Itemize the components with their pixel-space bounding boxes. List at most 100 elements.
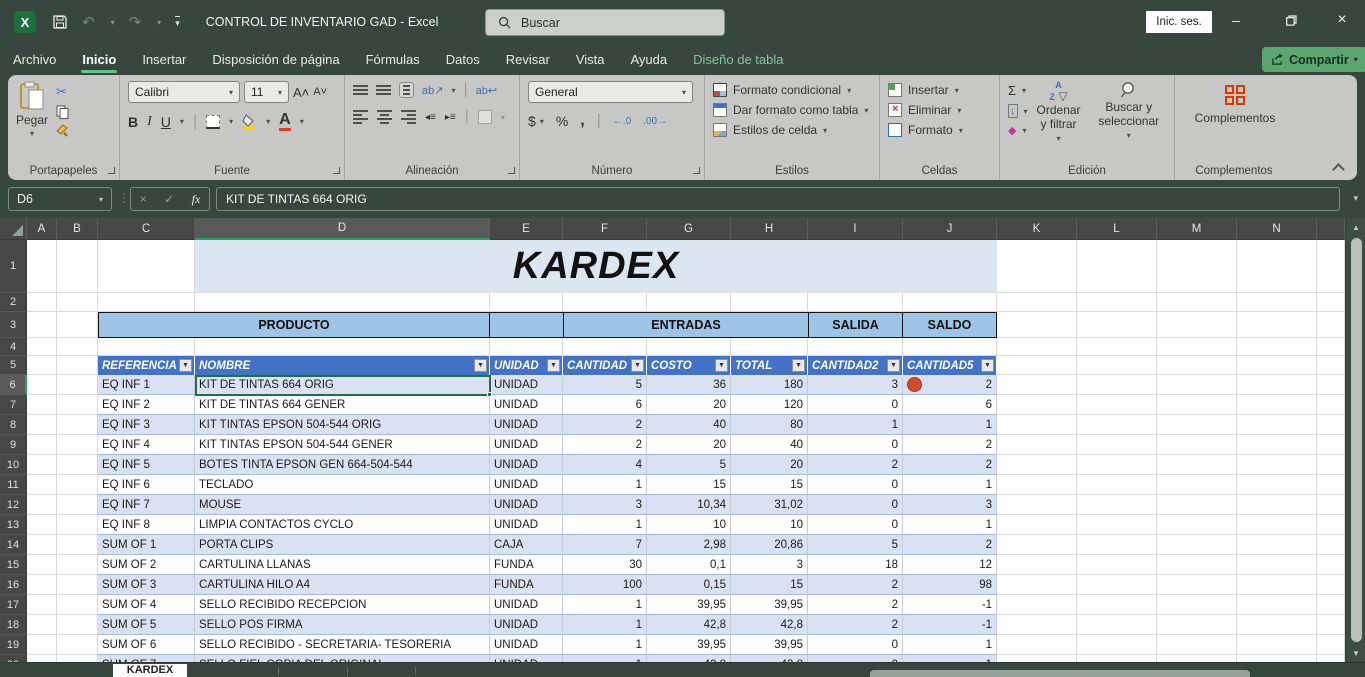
- number-dialog-launcher-icon[interactable]: [693, 167, 700, 174]
- comma-icon[interactable]: ,: [580, 112, 584, 130]
- cell-nombre[interactable]: BOTES TINTA EPSON GEN 664-504-544: [195, 455, 490, 475]
- clear-button[interactable]: ◆▾: [1008, 124, 1028, 137]
- percent-icon[interactable]: %: [556, 113, 568, 129]
- cell-costo[interactable]: 40: [647, 415, 731, 435]
- cell-costo[interactable]: 0,15: [647, 575, 731, 595]
- format-painter-icon[interactable]: [56, 124, 70, 137]
- font-size-select[interactable]: 11▾: [244, 81, 289, 103]
- cell-total[interactable]: 42,8: [731, 655, 808, 662]
- cell-cantidad2[interactable]: 0: [808, 475, 903, 495]
- filter-button-cantidad[interactable]: ▼: [631, 359, 644, 372]
- cell-nombre[interactable]: SELLO POS FIRMA: [195, 615, 490, 635]
- cell-unidad[interactable]: UNIDAD: [490, 375, 563, 395]
- decrease-indent-icon[interactable]: ◂≡: [425, 112, 436, 123]
- row-header-9[interactable]: 9: [0, 435, 27, 455]
- cell-referencia[interactable]: EQ INF 1: [98, 375, 195, 395]
- cell-total[interactable]: 15: [731, 575, 808, 595]
- column-header-C[interactable]: C: [98, 218, 195, 240]
- copy-icon[interactable]: [56, 105, 70, 119]
- decrease-decimal-icon[interactable]: .00→: [643, 116, 667, 127]
- cell-referencia[interactable]: EQ INF 7: [98, 495, 195, 515]
- cell-total[interactable]: 180: [731, 375, 808, 395]
- align-right-icon[interactable]: [401, 110, 416, 124]
- tab-insertar[interactable]: Insertar: [129, 44, 199, 75]
- redo-icon[interactable]: ↷: [129, 13, 142, 31]
- align-middle-icon[interactable]: [376, 85, 391, 95]
- filter-button-nombre[interactable]: ▼: [474, 359, 487, 372]
- currency-caret-icon[interactable]: ▾: [540, 117, 544, 126]
- font-dialog-launcher-icon[interactable]: [333, 167, 340, 174]
- enter-icon[interactable]: ✓: [164, 192, 174, 206]
- cell-unidad[interactable]: UNIDAD: [490, 475, 563, 495]
- group-header-blank[interactable]: [489, 312, 565, 338]
- cell-cantidad2[interactable]: 0: [808, 515, 903, 535]
- cell-cantidad2[interactable]: 2: [808, 455, 903, 475]
- cell-total[interactable]: 39,95: [731, 595, 808, 615]
- borders-icon[interactable]: [206, 115, 220, 129]
- cell-cantidad5[interactable]: 12: [903, 555, 997, 575]
- expand-formula-bar-icon[interactable]: ▾: [1353, 193, 1358, 204]
- filter-button-cantidad2[interactable]: ▼: [887, 359, 900, 372]
- cell-costo[interactable]: 39,95: [647, 595, 731, 615]
- tab-ayuda[interactable]: Ayuda: [618, 44, 681, 75]
- cell-cantidad[interactable]: 30: [563, 555, 647, 575]
- row-header-12[interactable]: 12: [0, 495, 27, 515]
- cell-total[interactable]: 15: [731, 475, 808, 495]
- cell-cantidad[interactable]: 6: [563, 395, 647, 415]
- save-icon[interactable]: [52, 14, 68, 30]
- cell-cantidad5[interactable]: 2: [903, 455, 997, 475]
- sign-in-button[interactable]: Inic. ses.: [1146, 11, 1212, 33]
- cell-nombre[interactable]: MOUSE: [195, 495, 490, 515]
- align-top-icon[interactable]: [353, 85, 368, 95]
- align-center-icon[interactable]: [377, 110, 392, 124]
- column-header-F[interactable]: F: [563, 218, 647, 240]
- row-header-3[interactable]: 3: [0, 312, 27, 338]
- cell-referencia[interactable]: SUM OF 2: [98, 555, 195, 575]
- cell-cantidad5[interactable]: -1: [903, 595, 997, 615]
- cell-referencia[interactable]: EQ INF 4: [98, 435, 195, 455]
- row-header-8[interactable]: 8: [0, 415, 27, 435]
- cell-referencia[interactable]: SUM OF 6: [98, 635, 195, 655]
- row-header-10[interactable]: 10: [0, 455, 27, 475]
- filter-button-unidad[interactable]: ▼: [547, 359, 560, 372]
- cell-costo[interactable]: 10: [647, 515, 731, 535]
- align-left-icon[interactable]: [353, 110, 368, 124]
- formula-input[interactable]: KIT DE TINTAS 664 ORIG: [216, 187, 1340, 211]
- cell-total[interactable]: 10: [731, 515, 808, 535]
- cell-cantidad2[interactable]: 0: [808, 395, 903, 415]
- column-header-G[interactable]: G: [647, 218, 731, 240]
- cell-cantidad5[interactable]: 6: [903, 395, 997, 415]
- cell-unidad[interactable]: UNIDAD: [490, 655, 563, 662]
- cell-cantidad2[interactable]: 0: [808, 495, 903, 515]
- fill-handle[interactable]: [487, 392, 492, 397]
- cell-costo[interactable]: 36: [647, 375, 731, 395]
- cell-costo[interactable]: 10,34: [647, 495, 731, 515]
- cut-icon[interactable]: ✂: [56, 84, 70, 100]
- cell-total[interactable]: 39,95: [731, 635, 808, 655]
- scroll-down-icon[interactable]: ▼: [1352, 644, 1360, 662]
- cell-cantidad[interactable]: 2: [563, 435, 647, 455]
- fill-color-icon[interactable]: [242, 114, 257, 129]
- cell-cantidad5[interactable]: 98: [903, 575, 997, 595]
- excel-logo-icon[interactable]: X: [14, 11, 36, 33]
- format-cells-button[interactable]: Formato▾: [888, 123, 993, 137]
- cell-cantidad2[interactable]: 0: [808, 635, 903, 655]
- cell-cantidad5[interactable]: 1: [903, 635, 997, 655]
- cell-unidad[interactable]: UNIDAD: [490, 615, 563, 635]
- cell-total[interactable]: 20,86: [731, 535, 808, 555]
- alignment-dialog-launcher-icon[interactable]: [508, 167, 515, 174]
- delete-cells-button[interactable]: Eliminar▾: [888, 103, 993, 117]
- cell-costo[interactable]: 42,8: [647, 655, 731, 662]
- group-header-salida[interactable]: SALIDA: [808, 312, 904, 338]
- column-header-A[interactable]: A: [27, 218, 57, 240]
- name-box[interactable]: D6▾: [8, 187, 112, 211]
- insert-cells-button[interactable]: Insertar▾: [888, 83, 993, 97]
- cell-cantidad[interactable]: 1: [563, 475, 647, 495]
- undo-icon[interactable]: ↶: [82, 13, 95, 31]
- cell-unidad[interactable]: FUNDA: [490, 555, 563, 575]
- row-header-15[interactable]: 15: [0, 555, 27, 575]
- tab-revisar[interactable]: Revisar: [493, 44, 563, 75]
- row-header-13[interactable]: 13: [0, 515, 27, 535]
- group-header-entradas[interactable]: ENTRADAS: [563, 312, 809, 338]
- cell-unidad[interactable]: UNIDAD: [490, 455, 563, 475]
